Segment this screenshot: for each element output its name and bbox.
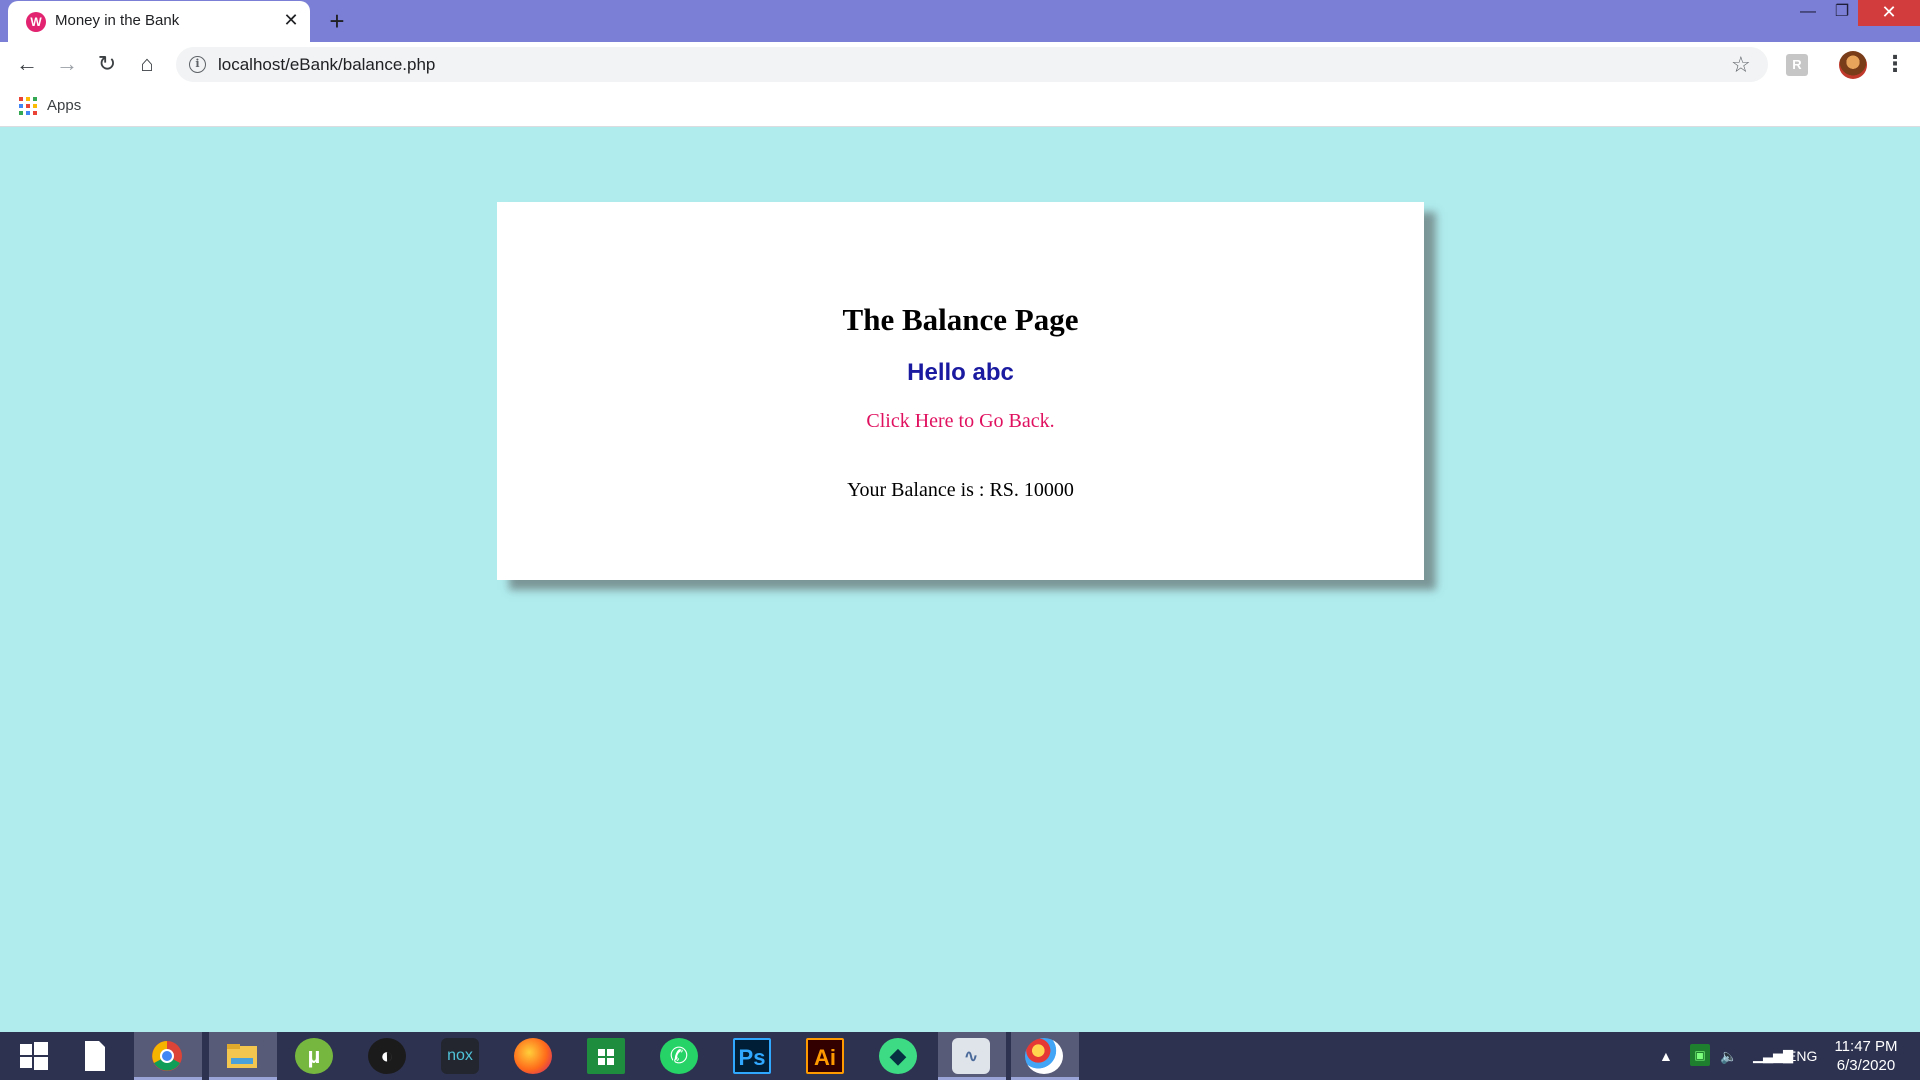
home-button[interactable]: ⌂ (131, 48, 163, 80)
taskbar-file-explorer[interactable] (209, 1032, 277, 1080)
balance-card: The Balance Page Hello abc Click Here to… (497, 202, 1424, 580)
clock-date: 6/3/2020 (1836, 1057, 1896, 1074)
close-window-button[interactable]: ✕ (1858, 0, 1920, 26)
taskbar-paint[interactable] (1011, 1032, 1079, 1080)
utorrent-icon: µ (295, 1038, 333, 1074)
forward-button[interactable]: → (51, 48, 83, 80)
clock[interactable]: 11:47 PM 6/3/2020 (1824, 1037, 1908, 1075)
audio-app-icon: ◐ (368, 1038, 406, 1074)
extension-icon[interactable]: R (1786, 54, 1808, 76)
taskbar-performance-monitor[interactable]: ∿ (938, 1032, 1006, 1080)
apps-grid-icon[interactable] (19, 97, 37, 115)
profile-avatar[interactable] (1839, 51, 1867, 79)
taskbar-firefox[interactable] (500, 1032, 568, 1080)
nox-icon: nox (441, 1038, 479, 1074)
wamp-icon: W (26, 12, 46, 32)
microsoft-store-icon (587, 1038, 625, 1074)
firefox-icon (514, 1038, 552, 1074)
taskbar-file[interactable] (61, 1032, 129, 1080)
taskbar: µ ◐ nox ✆ Ps Ai ◆ ∿ ▲ ▣ 🔈 ▁▃▅▇ ENG 11:47… (0, 1032, 1920, 1080)
browser-toolbar: ← → ↻ ⌂ i localhost/eBank/balance.php ☆ … (0, 42, 1920, 86)
whatsapp-icon: ✆ (660, 1038, 698, 1074)
page-viewport: The Balance Page Hello abc Click Here to… (0, 128, 1920, 1032)
browser-tab[interactable]: W Money in the Bank ✕ (8, 1, 310, 42)
balance-text: Your Balance is : RS. 10000 (847, 479, 1074, 501)
taskbar-chrome[interactable] (134, 1032, 202, 1080)
tray-app-icon[interactable]: ▣ (1690, 1044, 1710, 1066)
go-back-link[interactable]: Click Here to Go Back. (497, 410, 1424, 433)
bookmarks-bar: Apps (0, 86, 1920, 127)
page-title: The Balance Page (842, 302, 1079, 337)
clock-time: 11:47 PM (1834, 1038, 1898, 1055)
chrome-icon (152, 1041, 182, 1071)
taskbar-illustrator[interactable]: Ai (792, 1032, 860, 1080)
illustrator-icon: Ai (806, 1038, 844, 1074)
file-explorer-icon (227, 1044, 257, 1068)
address-bar[interactable]: i localhost/eBank/balance.php ☆ (176, 47, 1768, 82)
tab-title: Money in the Bank (55, 12, 180, 29)
start-button[interactable] (0, 1032, 68, 1080)
show-hidden-icons[interactable]: ▲ (1659, 1032, 1673, 1080)
start-icon (20, 1042, 48, 1070)
file-icon (85, 1041, 105, 1071)
taskbar-whatsapp[interactable]: ✆ (646, 1032, 714, 1080)
greeting-text: Hello abc (907, 359, 1014, 386)
info-icon[interactable]: i (189, 56, 206, 73)
taskbar-audio-app[interactable]: ◐ (354, 1032, 422, 1080)
taskbar-photoshop[interactable]: Ps (719, 1032, 787, 1080)
paint-icon (1025, 1038, 1063, 1074)
new-tab-button[interactable]: + (322, 6, 352, 36)
minimize-button[interactable]: — (1791, 0, 1825, 26)
bookmark-star-icon[interactable]: ☆ (1731, 52, 1751, 78)
tab-strip: W Money in the Bank ✕ + — ❐ ✕ (0, 0, 1920, 42)
volume-icon[interactable]: 🔈 (1720, 1032, 1737, 1080)
performance-monitor-icon: ∿ (952, 1038, 990, 1074)
android-studio-icon: ◆ (879, 1038, 917, 1074)
taskbar-android-studio[interactable]: ◆ (865, 1032, 933, 1080)
taskbar-store[interactable] (573, 1032, 641, 1080)
photoshop-icon: Ps (733, 1038, 771, 1074)
language-indicator[interactable]: ENG (1787, 1032, 1817, 1080)
reload-button[interactable]: ↻ (91, 48, 123, 80)
apps-bookmark[interactable]: Apps (47, 97, 81, 114)
taskbar-utorrent[interactable]: µ (281, 1032, 349, 1080)
more-menu-icon[interactable]: ⋮ (1884, 48, 1906, 80)
close-tab-icon[interactable]: ✕ (280, 9, 302, 31)
taskbar-nox[interactable]: nox (427, 1032, 495, 1080)
url-text[interactable]: localhost/eBank/balance.php (218, 55, 435, 75)
back-button[interactable]: ← (11, 48, 43, 80)
maximize-button[interactable]: ❐ (1825, 0, 1859, 26)
